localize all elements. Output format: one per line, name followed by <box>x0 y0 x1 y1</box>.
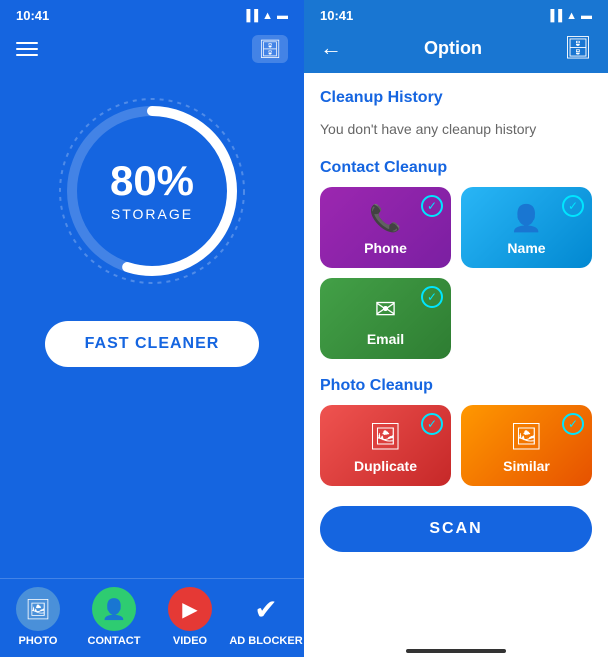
nav-item-contact[interactable]: 👤 CONTACT <box>76 587 152 647</box>
nav-label-video: VIDEO <box>173 635 207 647</box>
duplicate-icon: 🖼 <box>369 421 402 452</box>
similar-card[interactable]: ✓ 🖼 Similar <box>461 405 592 486</box>
nav-label-contact: CONTACT <box>88 635 141 647</box>
name-icon: 👤 <box>510 203 542 234</box>
duplicate-check-icon: ✓ <box>421 413 443 435</box>
name-card[interactable]: ✓ 👤 Name <box>461 187 592 268</box>
fast-cleaner-button[interactable]: FAST CLEANER <box>45 321 260 367</box>
name-check-icon: ✓ <box>562 195 584 217</box>
right-content: Cleanup History You don't have any clean… <box>304 73 608 641</box>
wifi-icon: ▲ <box>262 10 273 22</box>
storage-label: STORAGE <box>110 206 194 222</box>
storage-icon: 🗄 <box>252 35 288 63</box>
left-header: 🗄 <box>0 27 304 71</box>
similar-label: Similar <box>503 458 550 474</box>
email-row: ✓ ✉ Email <box>320 278 592 359</box>
signal-icon: ▐▐ <box>243 10 259 22</box>
hamburger-menu[interactable] <box>16 42 38 56</box>
right-title: Option <box>424 38 482 59</box>
nav-item-video[interactable]: ▶ VIDEO <box>152 587 228 647</box>
contact-cleanup-title: Contact Cleanup <box>320 159 592 177</box>
email-card[interactable]: ✓ ✉ Email <box>320 278 451 359</box>
right-battery-icon: ▬ <box>581 10 592 22</box>
right-header: ← Option 🗄 <box>304 27 608 73</box>
left-panel: 10:41 ▐▐ ▲ ▬ 🗄 80% STORAGE <box>0 0 304 657</box>
left-status-bar: 10:41 ▐▐ ▲ ▬ <box>0 0 304 27</box>
similar-check-icon: ✓ <box>562 413 584 435</box>
right-time: 10:41 <box>320 8 353 23</box>
nav-item-adblocker[interactable]: ✔ AD BLOCKER <box>228 587 304 647</box>
cleanup-history-title: Cleanup History <box>320 89 592 107</box>
phone-icon: 📞 <box>369 203 401 234</box>
storage-circle-container: 80% STORAGE <box>0 91 304 291</box>
back-button[interactable]: ← <box>320 35 342 61</box>
nav-item-photo[interactable]: 🖼 PHOTO <box>0 587 76 647</box>
empty-history-text: You don't have any cleanup history <box>320 117 592 141</box>
phone-check-icon: ✓ <box>421 195 443 217</box>
right-signal-icon: ▐▐ <box>547 10 563 22</box>
battery-icon: ▬ <box>277 10 288 22</box>
duplicate-card[interactable]: ✓ 🖼 Duplicate <box>320 405 451 486</box>
photo-cleanup-grid: ✓ 🖼 Duplicate ✓ 🖼 Similar <box>320 405 592 486</box>
scan-button[interactable]: SCAN <box>320 506 592 552</box>
left-status-icons: ▐▐ ▲ ▬ <box>243 10 288 22</box>
right-status-icons: ▐▐ ▲ ▬ <box>547 10 592 22</box>
video-nav-icon: ▶ <box>168 587 212 631</box>
right-wifi-icon: ▲ <box>566 10 577 22</box>
email-label: Email <box>367 331 404 347</box>
bottom-nav: 🖼 PHOTO 👤 CONTACT ▶ VIDEO ✔ AD BLOCKER <box>0 578 304 657</box>
nav-label-photo: PHOTO <box>19 635 58 647</box>
email-icon: ✉ <box>375 294 397 325</box>
circle-text: 80% STORAGE <box>110 160 194 222</box>
phone-card[interactable]: ✓ 📞 Phone <box>320 187 451 268</box>
email-check-icon: ✓ <box>421 286 443 308</box>
storage-circle: 80% STORAGE <box>52 91 252 291</box>
contact-cleanup-grid: ✓ 📞 Phone ✓ 👤 Name <box>320 187 592 268</box>
storage-percent: 80% <box>110 160 194 202</box>
phone-label: Phone <box>364 240 407 256</box>
bottom-indicator <box>406 649 506 653</box>
photo-cleanup-title: Photo Cleanup <box>320 377 592 395</box>
similar-icon: 🖼 <box>510 421 543 452</box>
right-panel: 10:41 ▐▐ ▲ ▬ ← Option 🗄 Cleanup History … <box>304 0 608 657</box>
nav-label-adblocker: AD BLOCKER <box>229 635 302 647</box>
right-status-bar: 10:41 ▐▐ ▲ ▬ <box>304 0 608 27</box>
name-label: Name <box>507 240 545 256</box>
duplicate-label: Duplicate <box>354 458 417 474</box>
contact-nav-icon: 👤 <box>92 587 136 631</box>
left-time: 10:41 <box>16 8 49 23</box>
db-icon: 🗄 <box>564 35 592 61</box>
photo-nav-icon: 🖼 <box>16 587 60 631</box>
adblocker-check-icon: ✔ <box>244 587 288 631</box>
